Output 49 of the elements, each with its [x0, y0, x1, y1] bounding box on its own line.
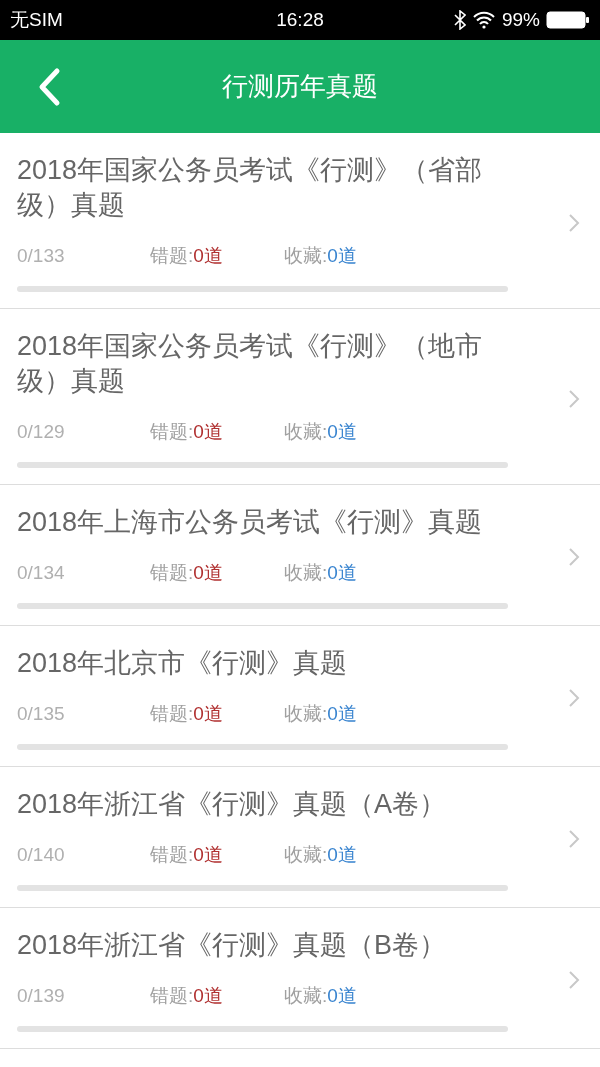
wrong-label: 错题: [150, 244, 194, 268]
progress-count: 0/139 [17, 984, 66, 1008]
chevron-right-icon [568, 547, 580, 567]
paper-title: 2018年上海市公务员考试《行测》真题 [17, 506, 484, 539]
chevron-right-icon [568, 388, 580, 409]
favorite-label: 收藏: [284, 244, 328, 268]
favorite-count: 0道 [327, 984, 357, 1008]
chevron-right-icon [568, 970, 580, 990]
paper-title: 2018年浙江省《行测》真题（A卷） [17, 788, 448, 821]
chevron-right-icon [568, 829, 580, 849]
progress-count: 0/133 [17, 244, 66, 268]
favorite-count: 0道 [327, 561, 357, 585]
wrong-count: 0道 [193, 843, 223, 867]
paper-title: 2018年国家公务员考试《行测》（省部级）真题 [17, 154, 484, 222]
wrong-label: 错题: [150, 702, 194, 726]
page-title: 行测历年真题 [222, 70, 378, 103]
progress-count: 0/140 [17, 843, 66, 867]
favorite-count: 0道 [327, 702, 357, 726]
chevron-right-icon [568, 688, 580, 708]
carrier-text: 无SIM [10, 7, 64, 32]
favorite-count: 0道 [327, 244, 357, 268]
favorite-label: 收藏: [284, 420, 328, 444]
wrong-count: 0道 [193, 561, 223, 585]
battery-percent: 99% [501, 7, 540, 32]
paper-title: 2018年北京市《行测》真题 [17, 647, 349, 680]
wrong-count: 0道 [193, 984, 223, 1008]
favorite-count: 0道 [327, 420, 357, 444]
progress-count: 0/134 [17, 561, 66, 585]
wrong-label: 错题: [150, 420, 194, 444]
chevron-right-icon [568, 212, 580, 233]
favorite-label: 收藏: [284, 984, 328, 1008]
paper-title: 2018年浙江省《行测》真题（B卷） [17, 929, 448, 962]
wrong-count: 0道 [193, 420, 223, 444]
progress-count: 0/135 [17, 702, 66, 726]
progress-count: 0/129 [17, 420, 66, 444]
favorite-label: 收藏: [284, 561, 328, 585]
wrong-count: 0道 [193, 702, 223, 726]
wifi-icon [471, 11, 496, 29]
favorite-count: 0道 [327, 843, 357, 867]
favorite-label: 收藏: [284, 702, 328, 726]
wrong-count: 0道 [193, 244, 223, 268]
wrong-label: 错题: [150, 561, 194, 585]
favorite-label: 收藏: [284, 843, 328, 867]
clock-text: 16:28 [275, 7, 325, 32]
wrong-label: 错题: [150, 984, 194, 1008]
wrong-label: 错题: [150, 843, 194, 867]
paper-title: 2018年国家公务员考试《行测》（地市级）真题 [17, 330, 484, 398]
bluetooth-icon [453, 10, 466, 30]
battery-icon [546, 11, 590, 29]
